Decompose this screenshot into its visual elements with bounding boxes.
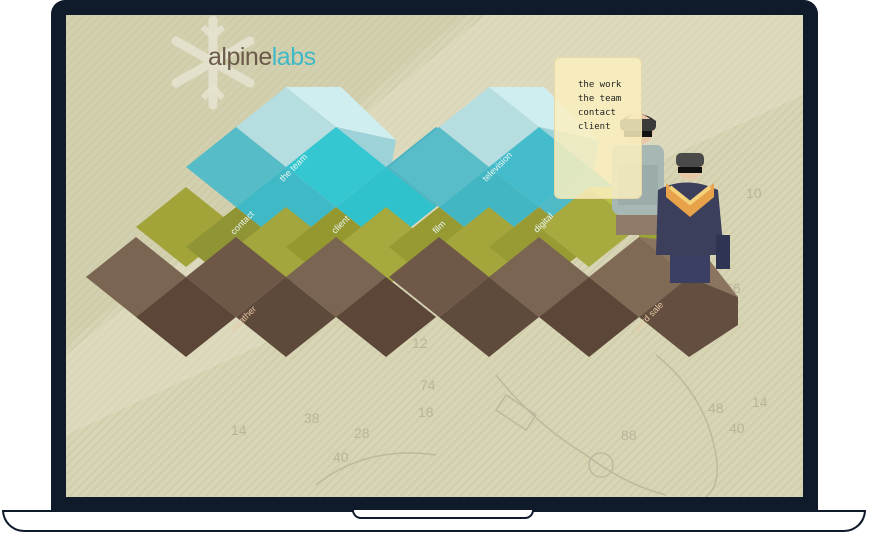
website-screen: 143828 401874 121088 484014 6610 [66,15,803,497]
logo-part-labs: labs [271,43,316,71]
laptop-notch [352,510,534,519]
menu-item-the-team[interactable]: the team [578,92,621,106]
nav-menu: the work the team contact client [578,78,621,134]
menu-item-contact[interactable]: contact [578,106,621,120]
site-logo[interactable]: alpinelabs [208,43,316,72]
logo-part-alpine: alpine [208,43,272,71]
menu-item-client[interactable]: client [578,120,621,134]
menu-item-the-work[interactable]: the work [578,78,621,92]
